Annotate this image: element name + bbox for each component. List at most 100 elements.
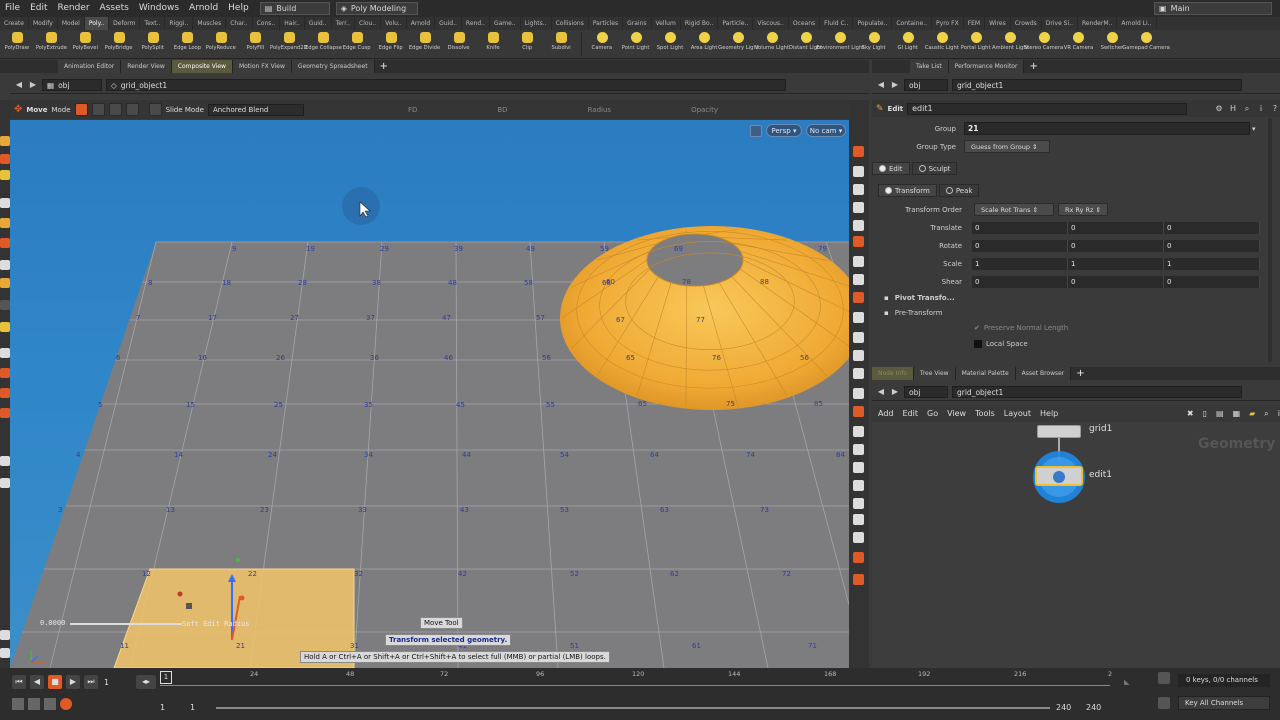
shelf-tab[interactable]: Poly.. xyxy=(84,17,110,30)
shelf-tool-button[interactable]: Volume Light xyxy=(755,30,789,58)
shelf-tab[interactable]: Arnold Li.. xyxy=(1117,17,1157,30)
rotation-order-menu[interactable]: Rx Ry Rz ⇕ xyxy=(1058,203,1108,216)
rotate-icon[interactable] xyxy=(0,260,10,270)
pin-icon[interactable] xyxy=(853,146,864,157)
stack-icon[interactable] xyxy=(853,462,864,473)
expand-icon[interactable]: ▪ xyxy=(884,309,889,317)
path-context[interactable]: ▦ obj xyxy=(42,79,102,91)
bulb-icon[interactable] xyxy=(853,274,864,285)
range-start-playback[interactable]: 1 xyxy=(190,703,195,712)
shelf-tool-button[interactable]: Edge Loop xyxy=(170,30,204,58)
shelf-tab[interactable]: Oceans xyxy=(789,17,821,30)
channels-icon[interactable] xyxy=(1158,697,1170,709)
shelf-tool-button[interactable]: Edge Divide xyxy=(408,30,442,58)
shelf-tab[interactable]: Crowds xyxy=(1011,17,1042,30)
arrow-icon[interactable] xyxy=(0,198,10,208)
tab-take-list[interactable]: Take List xyxy=(910,60,949,73)
search-icon[interactable]: ⌕ xyxy=(1264,409,1268,419)
time-ruler[interactable] xyxy=(160,685,1110,686)
cursor-icon[interactable] xyxy=(853,498,864,509)
cube-icon[interactable] xyxy=(853,514,864,525)
param-value-field[interactable]: 1 xyxy=(972,258,1068,270)
paint-icon[interactable] xyxy=(0,630,10,640)
shelf-tool-button[interactable]: PolyReduce xyxy=(204,30,238,58)
shelf-tab[interactable]: Grains xyxy=(623,17,652,30)
shelf-tab[interactable]: Collisions xyxy=(552,17,589,30)
light-icon[interactable] xyxy=(853,236,864,247)
select-mode-icon[interactable] xyxy=(0,170,10,180)
tab-edit[interactable]: Edit xyxy=(872,162,910,175)
pivot-section[interactable]: Pivot Transfo... xyxy=(895,294,955,302)
shading-icon[interactable] xyxy=(853,292,864,303)
info-icon[interactable]: i xyxy=(1256,104,1266,114)
shelf-tool-button[interactable]: Switcher xyxy=(1095,30,1129,58)
key-all-channels-button[interactable]: Key All Channels xyxy=(1178,696,1270,710)
shelf-tool-button[interactable]: Ambient Light xyxy=(992,30,1028,58)
shelf-tool-button[interactable]: PolySplit xyxy=(136,30,170,58)
point-icon[interactable] xyxy=(853,332,864,343)
grid-icon[interactable]: ▦ xyxy=(1233,409,1241,418)
note-icon[interactable]: ▯ xyxy=(1203,409,1207,418)
shelf-tool-button[interactable]: PolyBevel xyxy=(68,30,102,58)
sticky-icon[interactable]: ▰ xyxy=(1249,409,1255,418)
shelf-tool-button[interactable]: PolyDraw xyxy=(0,30,34,58)
shelf-tab[interactable]: Particles xyxy=(589,17,624,30)
help-icon[interactable]: ? xyxy=(1270,104,1280,114)
shelf-tab[interactable]: Muscles xyxy=(193,17,227,30)
snap-icon[interactable] xyxy=(0,388,10,398)
menu-view[interactable]: View xyxy=(947,409,966,418)
shelf-tab[interactable]: Clou.. xyxy=(355,17,382,30)
shelf-tool-button[interactable]: Distant Light xyxy=(789,30,823,58)
shelf-tab[interactable]: Modify xyxy=(29,17,58,30)
add-tab-icon[interactable]: + xyxy=(1071,368,1089,379)
palette-icon[interactable] xyxy=(0,648,10,658)
forward-icon[interactable]: ▶ xyxy=(890,80,900,90)
move-tool-icon[interactable]: ✥ xyxy=(14,104,22,115)
shelf-tool-button[interactable]: PolyBridge xyxy=(102,30,136,58)
expand-icon[interactable]: ▪ xyxy=(884,294,889,302)
shelf-tab[interactable]: Rend.. xyxy=(462,17,490,30)
camera-menu[interactable]: Persp ▾ xyxy=(766,124,802,137)
path-node[interactable]: ◇ grid_object1 xyxy=(106,79,786,91)
shelf-tab[interactable]: Create xyxy=(0,17,29,30)
shelf-tab[interactable]: Arnold xyxy=(407,17,436,30)
tab-render-view[interactable]: Render View xyxy=(121,60,172,73)
forward-icon[interactable]: ▶ xyxy=(28,80,38,90)
param-value-field[interactable]: 1 xyxy=(1164,258,1260,270)
forward-icon[interactable]: ▶ xyxy=(890,387,900,397)
camera-icon[interactable] xyxy=(0,456,10,466)
shelf-tool-button[interactable]: Portal Light xyxy=(959,30,993,58)
play-icon[interactable]: ▶ xyxy=(66,675,80,689)
menu-help[interactable]: Help xyxy=(1040,409,1058,418)
menu-file[interactable]: File xyxy=(0,0,25,17)
grid-icon[interactable] xyxy=(853,480,864,491)
add-tab-icon[interactable]: + xyxy=(375,61,393,72)
param-value-field[interactable]: 0 xyxy=(1164,276,1260,288)
shelf-tool-button[interactable]: Stereo Camera xyxy=(1024,30,1064,58)
record-icon[interactable] xyxy=(60,698,72,710)
range-slider[interactable] xyxy=(216,707,1050,709)
shelf-tool-button[interactable]: Camera xyxy=(585,30,619,58)
path-context[interactable]: obj xyxy=(904,386,948,398)
menu-edit[interactable]: Edit xyxy=(25,0,52,17)
shelf-tab[interactable]: Hair.. xyxy=(280,17,305,30)
param-value-field[interactable]: 0 xyxy=(1068,222,1164,234)
select-group-icon[interactable] xyxy=(0,154,10,164)
mode-button-translate[interactable] xyxy=(74,103,88,116)
menu-render[interactable]: Render xyxy=(53,0,95,17)
step-keys-icon[interactable]: ◂▸ xyxy=(136,675,156,689)
path-context[interactable]: obj xyxy=(904,79,948,91)
add-tab-icon[interactable]: + xyxy=(1024,61,1042,72)
param-value-field[interactable]: 1 xyxy=(1068,258,1164,270)
uv-icon[interactable] xyxy=(853,368,864,379)
audio-icon[interactable] xyxy=(12,698,24,710)
shelf-tab[interactable]: Vellum xyxy=(652,17,681,30)
shelf-tab[interactable]: Volu.. xyxy=(381,17,407,30)
abc-icon[interactable] xyxy=(853,532,864,543)
measure-icon[interactable] xyxy=(853,388,864,399)
select-icon[interactable] xyxy=(0,136,10,146)
shelf-tool-button[interactable]: Sky Light xyxy=(857,30,891,58)
shelf-tab[interactable]: Particle.. xyxy=(718,17,754,30)
shelf-tool-button[interactable]: Knife xyxy=(476,30,510,58)
tab-motion-fx-view[interactable]: Motion FX View xyxy=(232,60,292,73)
